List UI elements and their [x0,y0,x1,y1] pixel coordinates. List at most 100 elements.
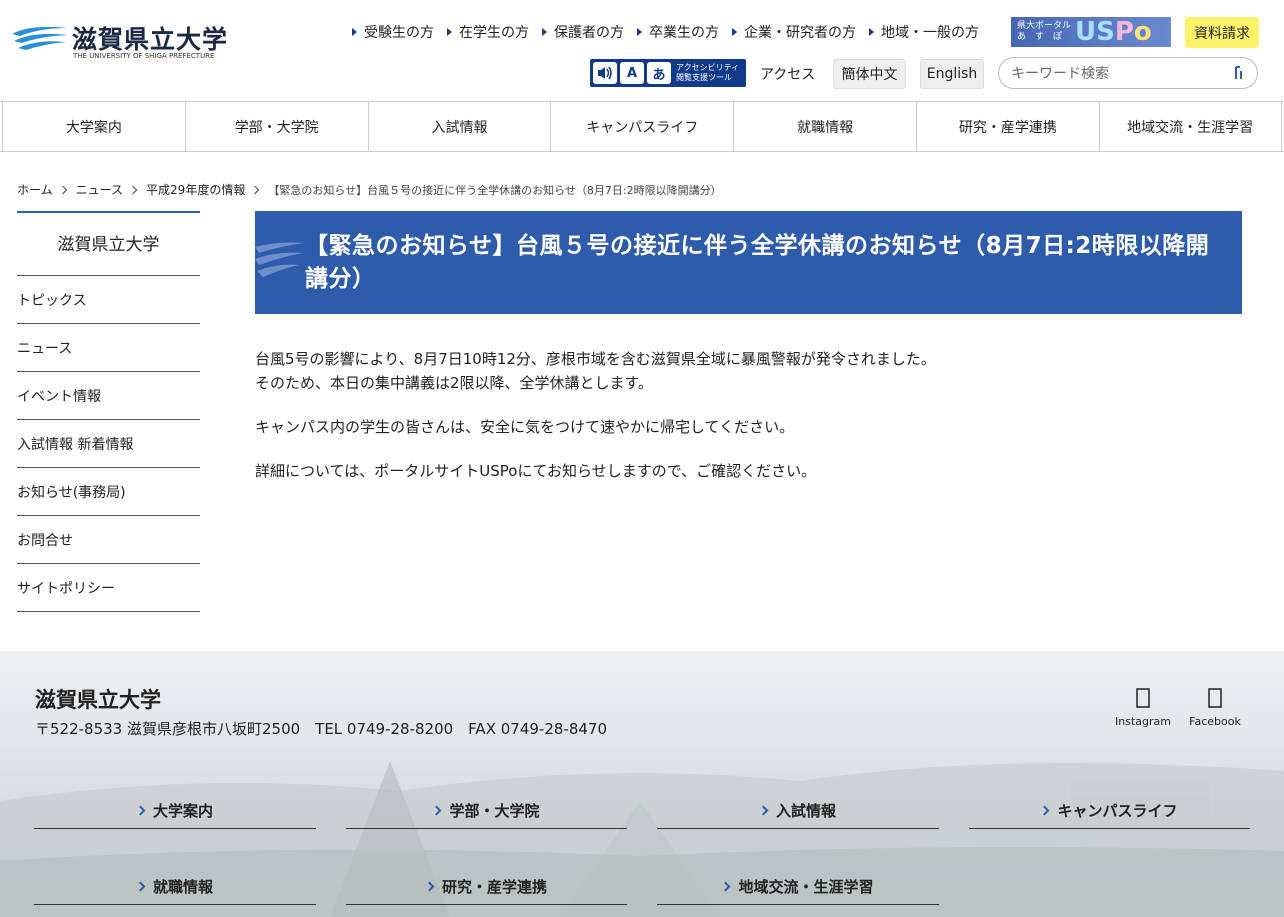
triangle-right-icon [732,28,737,36]
chevron-right-icon [135,805,146,816]
footer-nav-label: 地域交流・生涯学習 [738,878,874,896]
site-header: 滋賀県立大学 THE UNIVERSITY OF SHIGA PREFECTUR… [0,0,1284,101]
footer-nav-campus-life[interactable]: キャンパスライフ [969,793,1250,829]
speaker-icon [593,62,617,84]
triangle-right-icon [447,28,452,36]
lang-english-button[interactable]: English [920,59,984,89]
side-item-office-notices[interactable]: お知らせ(事務局) [17,468,200,516]
facebook-icon [1205,685,1225,711]
lang-chinese-button[interactable]: 簡体中文 [833,59,906,89]
breadcrumb-news[interactable]: ニュース [76,181,123,198]
footer-nav-label: 大学案内 [152,802,213,820]
paragraph-line: そのため、本日の集中講義は2限以降、全学休講とします。 [255,374,654,392]
gnav-careers[interactable]: 就職情報 [733,102,916,151]
page-title: 【緊急のお知らせ】台風５号の接近に伴う全学休講のお知らせ（8月7日:2時限以降開… [305,233,1210,292]
accessibility-tool-button[interactable]: A あ アクセシビリティ 閲覧支援ツール [590,59,746,87]
side-item-topics[interactable]: トピックス [17,276,200,324]
footer-nav-admissions[interactable]: 入試情報 [657,793,939,829]
side-item-news[interactable]: ニュース [17,324,200,372]
footer-nav-about[interactable]: 大学案内 [34,793,316,829]
side-item-admissions-news[interactable]: 入試情報 新着情報 [17,420,200,468]
footer-nav-careers[interactable]: 就職情報 [34,869,316,905]
breadcrumb-current: 【緊急のお知らせ】台風５号の接近に伴う全学休講のお知らせ（8月7日:2時限以降開… [268,183,722,197]
link-companies[interactable]: 企業・研究者の方 [732,20,856,44]
uspo-logo: USPo [1075,17,1152,47]
chevron-right-icon [128,185,138,194]
breadcrumb-home[interactable]: ホーム [17,181,53,198]
footer-nav-faculties[interactable]: 学部・大学院 [346,793,627,829]
logo-name: 滋賀県立大学 [72,25,229,54]
triangle-right-icon [637,28,642,36]
search-input[interactable] [1011,63,1221,85]
ruby-icon: あ [647,62,671,84]
link-guardians[interactable]: 保護者の方 [542,20,624,44]
footer-nav-label: 入試情報 [775,802,836,820]
side-item-site-policy[interactable]: サイトポリシー [17,564,200,612]
gnav-about[interactable]: 大学案内 [2,102,185,151]
facebook-label: Facebook [1189,715,1241,728]
triangle-right-icon [352,28,357,36]
logo-wave-icon [12,26,68,50]
breadcrumb: ホーム ニュース 平成29年度の情報 【緊急のお知らせ】台風５号の接近に伴う全学… [17,181,722,198]
paragraph: 詳細については、ポータルサイトUSPoにてお知らせしますので、ご確認ください。 [255,459,1235,483]
chevron-right-icon [432,805,442,816]
chevron-right-icon [1040,805,1050,816]
uspo-portal-banner[interactable]: 県大ポータル あ す ぽ USPo [1011,17,1171,47]
global-nav: 大学案内 学部・大学院 入試情報 キャンパスライフ 就職情報 研究・産学連携 地… [0,101,1284,152]
gnav-community[interactable]: 地域交流・生涯学習 [1098,102,1282,151]
link-label: 在学生の方 [459,25,529,41]
triangle-right-icon [542,28,547,36]
link-applicants[interactable]: 受験生の方 [352,20,434,44]
link-students[interactable]: 在学生の方 [447,20,529,44]
footer-nav-research[interactable]: 研究・産学連携 [346,869,627,905]
text-size-icon: A [620,62,644,84]
chevron-right-icon [135,881,146,892]
footer-address: 〒522-8533 滋賀県彦根市八坂町2500 TEL 0749-28-8200… [35,720,608,738]
chevron-right-icon [721,881,731,892]
side-nav-title[interactable]: 滋賀県立大学 [17,211,200,276]
request-materials-button[interactable]: 資料請求 [1185,17,1259,48]
paragraph-line: キャンパス内の学生の皆さんは、安全に気をつけて速やかに帰宅してください。 [255,418,795,436]
gnav-admissions[interactable]: 入試情報 [367,102,551,151]
link-alumni[interactable]: 卒業生の方 [637,20,719,44]
wave-decoration-icon [255,242,305,277]
link-label: 地域・一般の方 [881,25,979,41]
uspo-subtitle: 県大ポータル あ す ぽ [1017,21,1072,42]
link-label: 卒業生の方 [649,25,719,41]
page-title-banner: 【緊急のお知らせ】台風５号の接近に伴う全学休講のお知らせ（8月7日:2時限以降開… [255,211,1242,314]
search-box [998,57,1258,89]
paragraph-line: 台風5号の影響により、8月7日10時12分、彦根市域を含む滋賀県全域に暴風警報が… [255,350,936,368]
footer-nav-community[interactable]: 地域交流・生涯学習 [657,869,939,905]
gnav-faculties[interactable]: 学部・大学院 [184,102,368,151]
footer-nav-label: 就職情報 [152,878,213,896]
link-label: 受験生の方 [364,25,434,41]
facebook-link[interactable]: Facebook [1180,685,1250,728]
triangle-right-icon [869,28,874,36]
article-body: 台風5号の影響により、8月7日10時12分、彦根市域を含む滋賀県全域に暴風警報が… [255,347,1235,503]
footer-nav-label: キャンパスライフ [1057,802,1178,820]
gnav-campus-life[interactable]: キャンパスライフ [550,102,733,151]
search-icon[interactable] [1229,64,1245,82]
footer-university-name: 滋賀県立大学 [35,688,161,712]
access-link[interactable]: アクセス [760,64,815,84]
chevron-right-icon [424,881,435,892]
logo-english-name: THE UNIVERSITY OF SHIGA PREFECTURE [73,52,215,60]
instagram-link[interactable]: Instagram [1108,685,1178,728]
link-label: 保護者の方 [554,25,624,41]
instagram-icon [1133,685,1153,711]
side-item-contact[interactable]: お問合せ [17,516,200,564]
university-logo[interactable]: 滋賀県立大学 THE UNIVERSITY OF SHIGA PREFECTUR… [10,20,229,62]
side-item-events[interactable]: イベント情報 [17,372,200,420]
gnav-research[interactable]: 研究・産学連携 [915,102,1099,151]
paragraph-line: 詳細については、ポータルサイトUSPoにてお知らせしますので、ご確認ください。 [255,462,817,480]
accessibility-tool-label: アクセシビリティ 閲覧支援ツール [676,63,740,82]
audience-links: 受験生の方 在学生の方 保護者の方 卒業生の方 企業・研究者の方 地域・一般の方 [352,20,992,44]
link-label: 企業・研究者の方 [744,25,856,41]
site-footer: 滋賀県立大学 〒522-8533 滋賀県彦根市八坂町2500 TEL 0749-… [0,651,1284,917]
chevron-right-icon [758,805,769,816]
footer-nav-label: 学部・大学院 [449,802,540,820]
chevron-right-icon [251,185,260,194]
paragraph: キャンパス内の学生の皆さんは、安全に気をつけて速やかに帰宅してください。 [255,415,1235,439]
breadcrumb-year[interactable]: 平成29年度の情報 [146,181,245,198]
link-community[interactable]: 地域・一般の方 [869,20,979,44]
